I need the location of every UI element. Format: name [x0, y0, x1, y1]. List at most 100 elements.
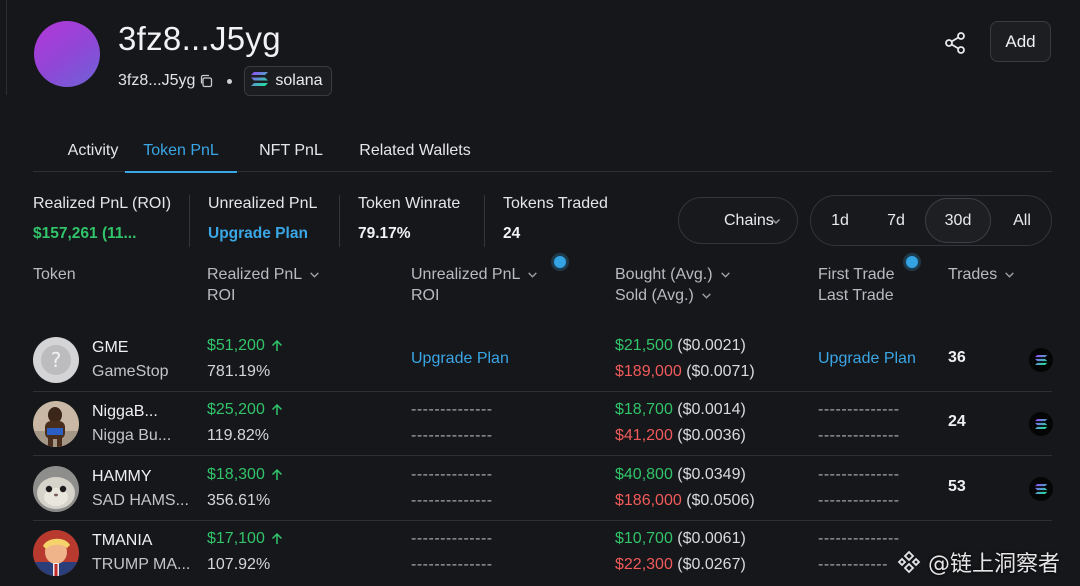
chain-label: solana [275, 72, 323, 89]
last-trade-placeholder: -------------- [818, 492, 900, 509]
binance-logo-icon [897, 550, 921, 574]
token-name: GameStop [92, 363, 169, 380]
token-symbol: GME [92, 339, 129, 356]
tab-nft-pnl[interactable]: NFT PnL [257, 130, 325, 172]
bought-value: $10,700 [615, 530, 673, 547]
col-header-realized-roi: ROI [207, 287, 236, 304]
arrow-up-icon [271, 532, 282, 544]
share-icon [945, 32, 965, 54]
token-name: TRUMP MA... [92, 556, 191, 573]
first-trade-placeholder: -------------- [818, 466, 900, 483]
bought-value: $21,500 [615, 337, 673, 354]
arrow-up-icon [271, 403, 282, 415]
unrealized-upgrade-link[interactable]: Upgrade Plan [411, 350, 509, 368]
chains-dropdown-label: Chains [724, 211, 774, 229]
trade-dates-upgrade-link[interactable]: Upgrade Plan [818, 350, 916, 368]
share-button[interactable] [940, 28, 970, 58]
sold-cell: $189,000 ($0.0071) [615, 363, 755, 381]
token-name: SAD HAMS... [92, 492, 189, 509]
token-name: Nigga Bu... [92, 427, 172, 444]
token-logo [33, 530, 79, 576]
col-header-realized[interactable]: Realized PnL ROI [207, 264, 320, 306]
table-row[interactable]: HAMMY SAD HAMS... $18,300 356.61% ------… [33, 457, 1053, 521]
arrow-up-icon [271, 468, 282, 480]
wallet-address: 3fz8...J5yg [118, 72, 196, 89]
chevron-down-icon [1005, 272, 1015, 278]
tab-activity[interactable]: Activity [51, 130, 135, 172]
bought-cell: $40,800 ($0.0349) [615, 466, 746, 484]
sold-avg: ($0.0036) [677, 427, 746, 444]
add-button[interactable]: Add [990, 21, 1051, 62]
range-1d[interactable]: 1d [811, 198, 869, 243]
col-header-first-trade: First Trade [818, 266, 895, 283]
locked-indicator-dot [906, 256, 918, 268]
sold-cell: $22,300 ($0.0267) [615, 556, 746, 574]
stat-winrate-value: 79.17% [358, 225, 411, 242]
col-header-unrealized-label: Unrealized PnL [411, 266, 521, 283]
sold-value: $22,300 [615, 556, 673, 573]
range-all[interactable]: All [993, 198, 1051, 243]
sold-avg: ($0.0267) [677, 556, 746, 573]
wallet-avatar [34, 21, 100, 87]
tab-related-wallets[interactable]: Related Wallets [357, 130, 473, 172]
col-header-trade-dates: First Trade Last Trade [818, 264, 894, 306]
realized-pnl-value: $51,200 [207, 337, 265, 354]
chevron-down-icon [702, 293, 711, 299]
solana-icon [1029, 348, 1053, 372]
unrealized-pnl-placeholder: -------------- [411, 466, 493, 483]
stat-unrealized: Unrealized PnL Upgrade Plan [208, 195, 317, 243]
col-header-trades[interactable]: Trades [948, 264, 1015, 285]
stat-divider [339, 195, 340, 247]
arrow-up-icon [271, 339, 282, 351]
trades-count: 53 [948, 478, 966, 495]
stat-winrate: Token Winrate 79.17% [358, 195, 460, 243]
realized-pnl-value: $17,100 [207, 530, 265, 547]
token-symbol: TMANIA [92, 532, 153, 549]
token-logo: ? [33, 337, 79, 383]
stat-realized: Realized PnL (ROI) $157,261 (11... [33, 195, 171, 243]
token-logo [33, 466, 79, 512]
tab-token-pnl[interactable]: Token PnL [125, 130, 237, 173]
col-header-unrealized[interactable]: Unrealized PnL ROI [411, 264, 538, 306]
bought-avg: ($0.0014) [677, 401, 746, 418]
copy-icon[interactable] [199, 74, 213, 88]
stat-divider [484, 195, 485, 247]
sold-avg: ($0.0071) [686, 363, 755, 380]
col-header-token: Token [33, 266, 76, 283]
realized-roi: 356.61% [207, 492, 271, 509]
bought-value: $40,800 [615, 466, 673, 483]
col-header-last-trade: Last Trade [818, 287, 894, 304]
stat-unrealized-label: Unrealized PnL [208, 195, 318, 212]
token-symbol: NiggaB... [92, 403, 158, 420]
chevron-down-icon [720, 272, 730, 278]
sold-value: $186,000 [615, 492, 682, 509]
col-header-bought-sold[interactable]: Bought (Avg.) Sold (Avg.) [615, 264, 731, 306]
range-7d[interactable]: 7d [867, 198, 925, 243]
chains-dropdown[interactable]: Chains [678, 197, 798, 244]
locked-indicator-dot [554, 256, 566, 268]
range-30d[interactable]: 30d [925, 198, 991, 243]
stat-divider [189, 195, 190, 247]
chain-badge[interactable]: solana [244, 66, 332, 96]
col-header-trades-label: Trades [948, 266, 998, 283]
table-row[interactable]: NiggaB... Nigga Bu... $25,200 119.82% --… [33, 392, 1053, 456]
col-header-unrealized-roi: ROI [411, 287, 440, 304]
stat-winrate-label: Token Winrate [358, 195, 461, 212]
watermark: @链上洞察者 [896, 546, 1060, 578]
table-row[interactable]: ? GME GameStop $51,200 781.19% Upgrade P… [33, 328, 1053, 392]
realized-roi: 781.19% [207, 363, 271, 380]
unrealized-roi-placeholder: -------------- [411, 427, 493, 444]
last-trade-placeholder: -------------- [818, 427, 900, 444]
wallet-subinfo: 3fz8...J5yg solana [118, 66, 332, 96]
solana-icon [251, 71, 269, 92]
realized-pnl: $18,300 [207, 466, 283, 484]
col-header-bought: Bought (Avg.) [615, 266, 713, 283]
bought-cell: $18,700 ($0.0014) [615, 401, 746, 419]
tab-bar: Activity Token PnL NFT PnL Related Walle… [33, 130, 1052, 173]
chevron-down-icon [528, 272, 538, 278]
stat-realized-value: $157,261 (11... [33, 225, 137, 242]
stat-unrealized-upgrade-link[interactable]: Upgrade Plan [208, 225, 317, 243]
time-range-selector: 1d 7d 30d All [810, 195, 1052, 246]
realized-pnl: $17,100 [207, 530, 283, 548]
bought-value: $18,700 [615, 401, 673, 418]
